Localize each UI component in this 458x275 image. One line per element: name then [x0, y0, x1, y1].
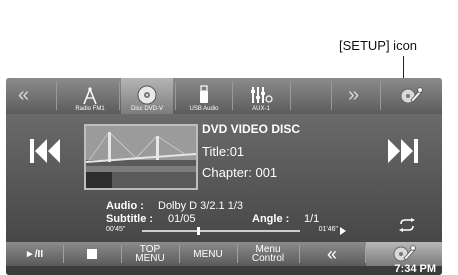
control-bar: ►/II TOP MENU MENU Menu Control «	[6, 242, 442, 266]
progress-track	[142, 227, 300, 235]
title-number: Title:01	[202, 144, 245, 159]
previous-chapter-button[interactable]	[28, 136, 62, 171]
setup-callout-label: [SETUP] icon	[339, 38, 418, 53]
setup-button[interactable]	[384, 78, 438, 114]
source-usb-button[interactable]: USB Audio	[178, 78, 230, 114]
playback-area: DVD VIDEO DISC Title:01 Chapter: 001 Aud…	[6, 114, 442, 242]
audio-label: Audio :	[106, 200, 144, 212]
next-chapter-button[interactable]	[386, 136, 420, 171]
video-thumbnail	[84, 124, 198, 190]
setup-icon	[400, 86, 423, 103]
disc-type-label: DVD VIDEO DISC	[202, 122, 301, 136]
bridge-picture	[86, 126, 196, 188]
audio-value: Dolby D 3/2.1 1/3	[158, 200, 243, 212]
top-menu-label: TOP MENU	[135, 244, 165, 264]
play-arrow-icon	[340, 227, 346, 235]
play-pause-label: ►/II	[24, 248, 44, 260]
menu-control-label: Menu Control	[251, 244, 285, 264]
menu-control-button[interactable]: Menu Control	[238, 242, 298, 266]
stop-icon	[87, 249, 97, 259]
angle-label: Angle :	[252, 213, 290, 225]
usb-icon	[200, 85, 208, 103]
back-button[interactable]: «	[300, 242, 364, 266]
source-label: Radio FM1	[75, 106, 105, 112]
radio-tower-icon	[83, 87, 97, 105]
chevron-right-icon: »	[348, 84, 359, 106]
source-bar: « Radio FM1 Disc DVD-V USB Audio AUX-1 »	[6, 78, 442, 114]
source-aux-button[interactable]: AUX-1	[235, 78, 287, 114]
stop-button[interactable]	[64, 242, 120, 266]
repeat-icon[interactable]	[398, 218, 416, 232]
play-pause-button[interactable]: ►/II	[6, 242, 62, 266]
source-label: AUX-1	[252, 106, 270, 112]
clock-time: 7:34 PM	[394, 263, 436, 275]
progress-bar[interactable]: 00'45" 01'46"	[106, 226, 346, 235]
source-scroll-right-button[interactable]: »	[348, 84, 359, 107]
double-chevron-left-icon: «	[326, 243, 337, 264]
head-unit-screen: « Radio FM1 Disc DVD-V USB Audio AUX-1 »…	[6, 78, 442, 275]
clock-strip: 7:34 PM	[6, 263, 442, 275]
remaining-time: 01'46"	[318, 226, 338, 233]
top-menu-button[interactable]: TOP MENU	[122, 242, 178, 266]
disc-icon	[137, 85, 157, 105]
source-scroll-left-button[interactable]: «	[18, 84, 29, 107]
subtitle-label: Subtitle :	[106, 213, 154, 225]
menu-label: MENU	[193, 248, 223, 260]
setup-icon	[393, 245, 416, 262]
chevron-left-icon: «	[18, 84, 29, 106]
aux-icon	[251, 87, 273, 103]
elapsed-time: 00'45"	[106, 226, 126, 233]
skip-forward-icon	[388, 139, 418, 163]
subtitle-value: 01/05	[168, 213, 196, 225]
source-label: Disc DVD-V	[130, 106, 163, 112]
skip-back-icon	[30, 139, 60, 163]
source-radio-button[interactable]: Radio FM1	[64, 78, 116, 114]
source-disc-button[interactable]: Disc DVD-V	[121, 78, 173, 114]
progress-knob[interactable]	[197, 227, 201, 235]
source-label: USB Audio	[189, 106, 219, 112]
angle-value: 1/1	[304, 213, 320, 225]
menu-button[interactable]: MENU	[180, 242, 236, 266]
chapter-number: Chapter: 001	[202, 165, 278, 180]
